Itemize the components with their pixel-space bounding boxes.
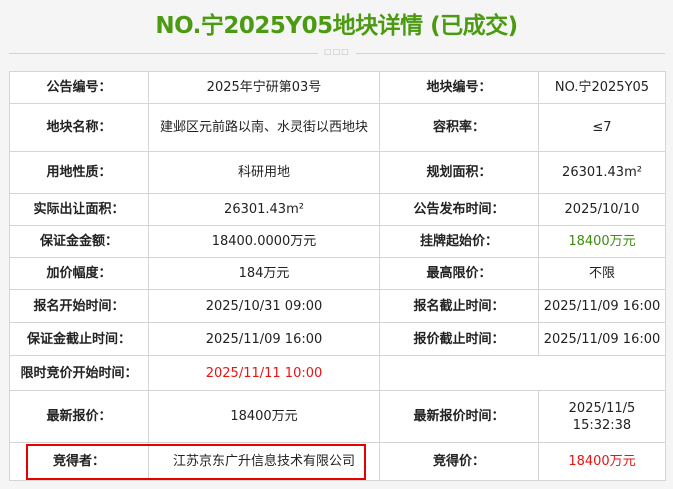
label: 竞得价： — [379, 442, 539, 481]
label: 报名截止时间： — [379, 289, 539, 323]
table-row: 保证金金额： 18400.0000万元 挂牌起始价： 18400万元 — [9, 225, 666, 258]
value: 2025年宁研第03号 — [148, 71, 380, 104]
value: NO.宁2025Y05 — [538, 71, 666, 104]
value: 2025/11/09 16:00 — [538, 322, 666, 356]
table-row: 加价幅度： 184万元 最高限价： 不限 — [9, 257, 666, 290]
label: 加价幅度： — [9, 257, 149, 290]
table-row: 用地性质： 科研用地 规划面积： 26301.43m² — [9, 151, 666, 194]
label: 用地性质： — [9, 151, 149, 194]
label: 地块名称： — [9, 103, 149, 152]
value: 18400.0000万元 — [148, 225, 380, 258]
value: 建邺区元前路以南、水灵街以西地块 — [148, 103, 380, 152]
value: 2025/10/31 09:00 — [148, 289, 380, 323]
value: 18400万元 — [148, 390, 380, 443]
table-row: 最新报价： 18400万元 最新报价时间： 2025/11/5 15:32:38 — [9, 390, 666, 443]
value: 2025/11/09 16:00 — [538, 289, 666, 323]
label: 最新报价时间： — [379, 390, 539, 443]
value: 2025/10/10 — [538, 193, 666, 226]
latest-bid-time: 2025/11/5 15:32:38 — [538, 390, 666, 443]
label: 规划面积： — [379, 151, 539, 194]
land-detail-table: 公告编号： 2025年宁研第03号 地块编号： NO.宁2025Y05 地块名称： 建邺… — [9, 71, 666, 481]
label: 最高限价： — [379, 257, 539, 290]
time: 15:32:38 — [572, 417, 632, 433]
winning-price: 18400万元 — [538, 442, 666, 481]
value: 26301.43m² — [538, 151, 666, 194]
label: 报价截止时间： — [379, 322, 539, 356]
label: 报名开始时间： — [9, 289, 149, 323]
table-row: 保证金截止时间： 2025/11/09 16:00 报价截止时间： 2025/11/0… — [9, 322, 666, 356]
divider-ornament: □□□ — [318, 47, 356, 56]
table-row: 实际出让面积： 26301.43m² 公告发布时间： 2025/10/10 — [9, 193, 666, 226]
table-row: 报名开始时间： 2025/10/31 09:00 报名截止时间： 2025/11/09… — [9, 289, 666, 323]
label: 挂牌起始价： — [379, 225, 539, 258]
label: 实际出让面积： — [9, 193, 149, 226]
table-row: 限时竞价开始时间： 2025/11/11 10:00 — [9, 355, 666, 391]
winner-highlight-box — [26, 444, 366, 480]
label: 公告编号： — [9, 71, 149, 104]
value: ≤7 — [538, 103, 666, 152]
label: 容积率： — [379, 103, 539, 152]
auction-start-time: 2025/11/11 10:00 — [148, 355, 380, 391]
label: 公告发布时间： — [379, 193, 539, 226]
label: 限时竞价开始时间： — [9, 355, 149, 391]
value: 不限 — [538, 257, 666, 290]
value: 科研用地 — [148, 151, 380, 194]
empty-cell — [379, 355, 666, 391]
value: 184万元 — [148, 257, 380, 290]
label: 地块编号： — [379, 71, 539, 104]
label: 保证金金额： — [9, 225, 149, 258]
label: 保证金截止时间： — [9, 322, 149, 356]
table-row: 公告编号： 2025年宁研第03号 地块编号： NO.宁2025Y05 — [9, 71, 666, 104]
label: 最新报价： — [9, 390, 149, 443]
value: 26301.43m² — [148, 193, 380, 226]
page-title: NO.宁2025Y05地块详情 (已成交) — [155, 13, 518, 39]
table-row: 地块名称： 建邺区元前路以南、水灵街以西地块 容积率： ≤7 — [9, 103, 666, 152]
starting-price: 18400万元 — [538, 225, 666, 258]
value: 2025/11/09 16:00 — [148, 322, 380, 356]
date: 2025/11/5 — [568, 400, 636, 416]
